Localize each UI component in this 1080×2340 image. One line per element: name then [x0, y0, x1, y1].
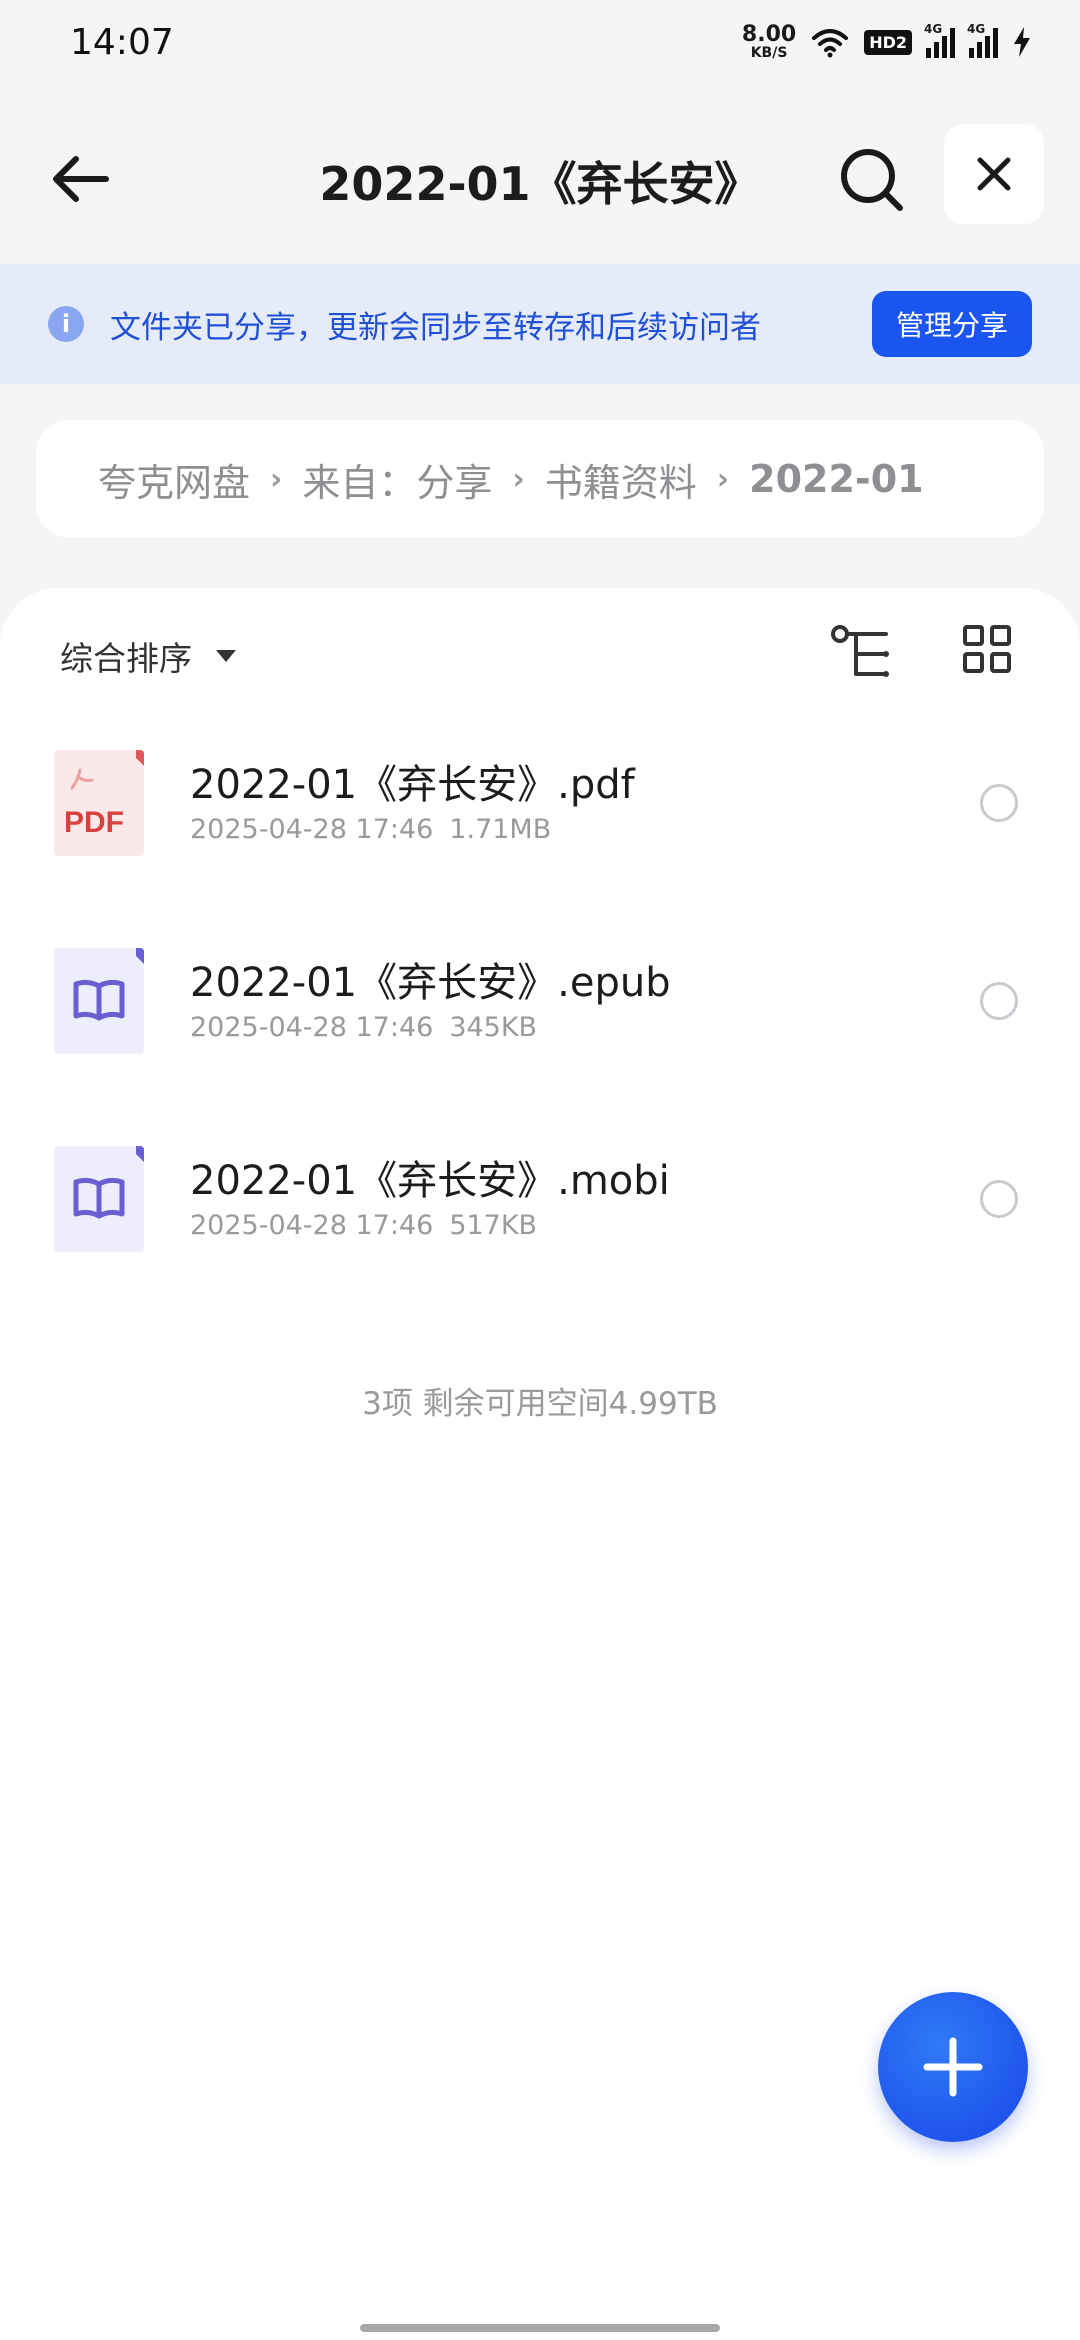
signal-icon: 4G: [924, 22, 955, 58]
file-meta: 2025-04-28 17:46 1.71MB: [190, 814, 551, 845]
breadcrumb-item-current: 2022-01: [749, 457, 924, 501]
select-radio[interactable]: [980, 1180, 1018, 1218]
plus-icon: [923, 2037, 983, 2097]
wifi-icon: [812, 29, 849, 58]
page-title: 2022-01《弃长安》: [319, 157, 761, 211]
net-speed-unit: KB/S: [750, 45, 788, 61]
breadcrumb-separator: ›: [716, 461, 730, 497]
grid-view-button[interactable]: [962, 624, 1012, 674]
status-bar: 14:07 8.00 KB/S HD2 4G 4G: [0, 0, 1080, 84]
sort-dropdown[interactable]: 综合排序: [60, 632, 236, 680]
file-size: 345KB: [449, 1012, 538, 1043]
breadcrumb-separator: ›: [512, 461, 525, 497]
header: 2022-01《弃长安》: [0, 110, 1080, 240]
breadcrumb-item-root[interactable]: 夸克网盘: [98, 452, 250, 507]
file-row[interactable]: 2022-01《弃长安》.epub 2025-04-28 17:46 345KB: [0, 926, 1080, 1076]
file-row[interactable]: PDF 2022-01《弃长安》.pdf 2025-04-28 17:46 1.7…: [0, 728, 1080, 878]
file-name: 2022-01《弃长安》.epub: [190, 960, 671, 1006]
charging-icon: [1014, 27, 1030, 57]
file-date: 2025-04-28 17:46: [190, 1210, 434, 1241]
file-size: 1.71MB: [449, 814, 552, 845]
breadcrumb-item-books[interactable]: 书籍资料: [545, 452, 697, 507]
select-radio[interactable]: [980, 784, 1018, 822]
file-name: 2022-01《弃长安》.mobi: [190, 1158, 670, 1204]
add-button[interactable]: [878, 1992, 1028, 2142]
net-speed-value: 8.00: [741, 22, 797, 47]
file-size: 517KB: [449, 1210, 538, 1241]
caret-down-icon: [216, 650, 236, 662]
pdf-file-icon: PDF: [54, 750, 144, 856]
tree-view-icon: [831, 625, 889, 677]
home-indicator[interactable]: [360, 2324, 720, 2332]
close-button[interactable]: [944, 124, 1044, 224]
file-date: 2025-04-28 17:46: [190, 1012, 434, 1043]
signal-1-label: 4G: [924, 22, 943, 36]
grid-view-icon: [963, 625, 1011, 673]
signal-icon: 4G: [967, 22, 998, 58]
breadcrumb: 夸克网盘 › 来自：分享 › 书籍资料 › 2022-01: [36, 420, 1044, 538]
breadcrumb-item-shared[interactable]: 来自：分享: [302, 452, 492, 507]
status-time: 14:07: [70, 21, 174, 63]
share-banner-text: 文件夹已分享，更新会同步至转存和后续访问者: [110, 309, 761, 346]
storage-summary: 3项 剩余可用空间4.99TB: [362, 1386, 718, 1422]
hd-badge: HD2: [864, 29, 912, 55]
net-speed: 8.00 KB/S: [741, 22, 797, 61]
close-icon: [977, 157, 1011, 191]
tree-view-button[interactable]: [830, 624, 894, 684]
search-button[interactable]: [834, 142, 910, 218]
file-row[interactable]: 2022-01《弃长安》.mobi 2025-04-28 17:46 517KB: [0, 1124, 1080, 1274]
file-meta: 2025-04-28 17:46 517KB: [190, 1210, 537, 1241]
ebook-file-icon: [54, 1146, 144, 1252]
pdf-badge-text: PDF: [64, 806, 124, 839]
status-indicators: 8.00 KB/S HD2 4G 4G: [741, 22, 1032, 61]
info-icon: i: [48, 306, 84, 342]
signal-2-label: 4G: [967, 22, 986, 36]
ebook-file-icon: [54, 948, 144, 1054]
select-radio[interactable]: [980, 982, 1018, 1020]
breadcrumb-separator: ›: [270, 461, 283, 497]
sort-label: 综合排序: [60, 639, 192, 678]
share-banner: i 文件夹已分享，更新会同步至转存和后续访问者 管理分享: [0, 264, 1080, 384]
search-icon: [841, 149, 903, 211]
file-meta: 2025-04-28 17:46 345KB: [190, 1012, 537, 1043]
file-date: 2025-04-28 17:46: [190, 814, 434, 845]
file-name: 2022-01《弃长安》.pdf: [190, 762, 635, 808]
manage-share-button[interactable]: 管理分享: [871, 291, 1032, 357]
